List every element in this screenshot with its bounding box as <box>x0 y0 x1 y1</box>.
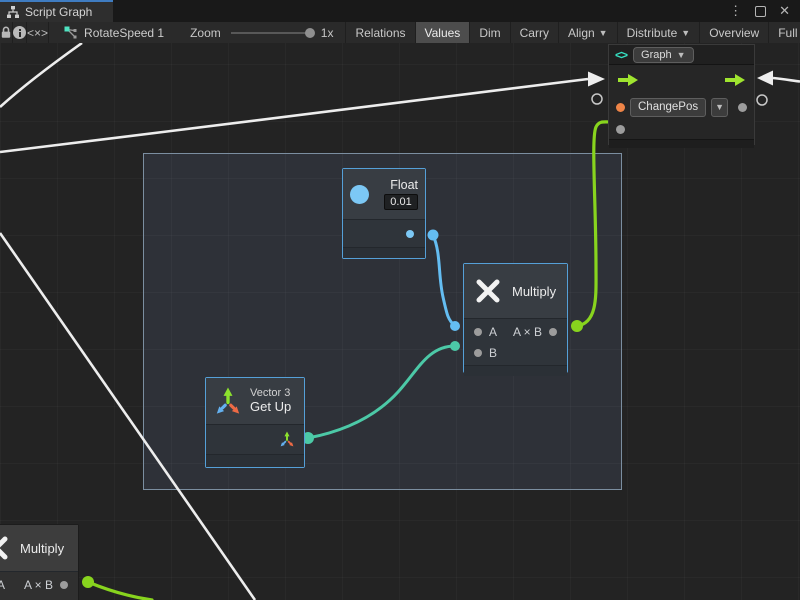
changepos-dropdown[interactable]: ChangePos <box>630 98 706 117</box>
graph-canvas[interactable]: <> Graph ▼ ChangePos ▼ <box>0 43 800 600</box>
wire-arrowhead-icon <box>588 72 605 87</box>
breadcrumb-label: RotateSpeed 1 <box>84 26 164 40</box>
wire-arrowhead-icon <box>757 71 773 86</box>
info-icon <box>13 26 26 39</box>
close-icon[interactable]: ✕ <box>779 3 790 19</box>
node-title: Multiply <box>20 541 64 556</box>
port-value-output[interactable] <box>738 103 747 112</box>
port-result-output[interactable] <box>60 581 68 589</box>
toolbar-button-fullscreen[interactable]: Full Screen <box>768 22 800 43</box>
tab-script-graph[interactable]: Script Graph <box>0 0 113 22</box>
flow-input-arrow-icon[interactable] <box>618 74 638 86</box>
graph-dropdown-button[interactable]: Graph ▼ <box>633 47 694 63</box>
node-subtitle: Vector 3 <box>250 387 291 400</box>
port-circle-unconnected[interactable] <box>757 95 767 105</box>
wire-flow-into-graph-node[interactable] <box>0 79 588 152</box>
port-a-label: A <box>489 325 497 339</box>
code-brackets-button[interactable]: <×> <box>27 22 49 43</box>
lock-icon <box>0 26 12 39</box>
port-result-output[interactable] <box>549 328 557 336</box>
script-graph-icon <box>6 5 20 19</box>
node-title: Get Up <box>250 400 291 415</box>
float-value-input[interactable]: 0.01 <box>384 194 418 210</box>
wire-multiply2-out[interactable] <box>88 582 152 600</box>
multiply-x-icon <box>0 534 10 562</box>
window-bar: Script Graph ⋮ ✕ <box>0 0 800 22</box>
wire-flow-top-left[interactable] <box>0 43 82 107</box>
wire-flow-out-of-graph-node[interactable] <box>773 78 800 82</box>
lock-button[interactable] <box>0 22 13 43</box>
toolbar-button-carry[interactable]: Carry <box>510 22 558 43</box>
toolbar-button-relations[interactable]: Relations <box>345 22 414 43</box>
chevron-down-icon: ▼ <box>677 50 686 60</box>
node-multiply-2[interactable]: Multiply A A × B <box>0 524 79 600</box>
toolbar-button-values[interactable]: Values <box>415 22 470 43</box>
float-circle-icon <box>350 185 369 204</box>
toolbar: <×> RotateSpeed 1 Zoom 1x Relations Valu… <box>0 22 800 44</box>
wire-endpoint-dot <box>82 576 94 588</box>
node-title: Multiply <box>512 284 556 299</box>
toolbar-button-distribute[interactable]: Distribute▼ <box>617 22 700 43</box>
vector3-arrows-icon <box>214 386 242 417</box>
zoom-slider[interactable] <box>231 32 313 34</box>
maximize-icon[interactable] <box>755 6 766 17</box>
port-b-label: B <box>489 346 497 360</box>
toolbar-button-dim[interactable]: Dim <box>469 22 509 43</box>
info-button[interactable] <box>13 22 27 43</box>
node-vector3-get-up[interactable]: Vector 3 Get Up <box>205 377 305 468</box>
flow-output-arrow-icon[interactable] <box>725 74 745 86</box>
code-icon: <> <box>615 48 627 62</box>
graph-breadcrumb[interactable]: RotateSpeed 1 <box>63 22 164 43</box>
port-float-output[interactable] <box>406 230 414 238</box>
port-out-label: A × B <box>24 578 53 592</box>
changepos-caret-button[interactable]: ▼ <box>711 98 728 117</box>
port-b-input[interactable] <box>474 349 482 357</box>
port-a-label: A <box>0 578 5 592</box>
port-circle-unconnected[interactable] <box>592 94 602 104</box>
chevron-down-icon: ▼ <box>715 102 724 112</box>
vector3-mini-icon port-vector-output[interactable] <box>279 431 295 448</box>
port-value-input[interactable] <box>616 125 625 134</box>
node-title: Float <box>390 178 418 192</box>
node-float[interactable]: Float 0.01 <box>342 168 426 259</box>
script-graph-window: Script Graph ⋮ ✕ <×> RotateSpeed <box>0 0 800 600</box>
tab-title: Script Graph <box>25 5 92 19</box>
chevron-down-icon: ▼ <box>599 28 608 38</box>
node-graph-superunit[interactable]: <> Graph ▼ ChangePos ▼ <box>608 44 755 145</box>
multiply-x-icon <box>474 277 502 305</box>
zoom-value: 1x <box>321 26 334 40</box>
zoom-label: Zoom <box>190 26 221 40</box>
chevron-down-icon: ▼ <box>681 28 690 38</box>
port-out-label: A × B <box>513 325 542 339</box>
toolbar-button-align[interactable]: Align▼ <box>558 22 617 43</box>
toolbar-button-overview[interactable]: Overview <box>699 22 768 43</box>
node-multiply[interactable]: Multiply A A × B B <box>463 263 568 373</box>
zoom-slider-handle[interactable] <box>305 28 315 38</box>
port-event-input[interactable] <box>616 103 625 112</box>
graph-target-icon <box>63 25 78 40</box>
window-menu-icon[interactable]: ⋮ <box>729 3 742 19</box>
port-a-input[interactable] <box>474 328 482 336</box>
